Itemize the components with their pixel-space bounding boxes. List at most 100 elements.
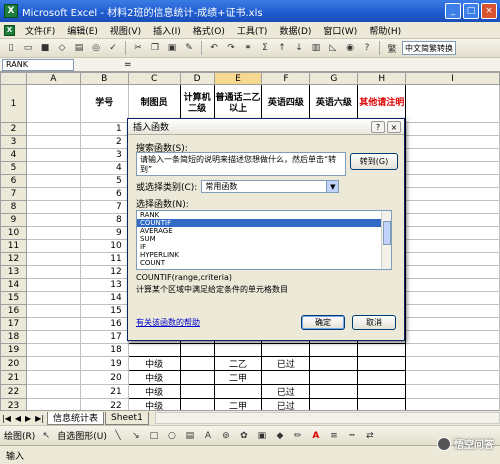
cell[interactable] [405, 356, 500, 371]
col-header-c[interactable]: C [127, 72, 181, 85]
cell[interactable] [179, 384, 215, 399]
cell[interactable]: 已过 [261, 384, 311, 399]
cell[interactable]: 英语六级 [309, 84, 359, 123]
line-style-icon[interactable]: ≡ [327, 429, 341, 443]
font-convert-select[interactable]: 中文简繁转换 [402, 41, 456, 55]
cell[interactable] [405, 239, 500, 253]
cut-icon[interactable]: ✂ [131, 41, 145, 55]
cell[interactable] [213, 343, 263, 357]
clipart-icon[interactable]: ✿ [237, 429, 251, 443]
prev-sheet-icon[interactable]: ◀ [13, 414, 23, 423]
cell[interactable] [261, 370, 311, 385]
search-function-input[interactable]: 请输入一条简短的说明来描述您想做什么，然后单击“转到” [136, 152, 346, 176]
function-help-link[interactable]: 有关该函数的帮助 [136, 317, 200, 328]
cell[interactable]: 15 [79, 304, 129, 318]
sheet-tab-info[interactable]: 信息统计表 [47, 411, 105, 425]
cell[interactable] [405, 148, 500, 162]
cell[interactable] [405, 398, 500, 410]
cell[interactable]: 22 [79, 398, 129, 410]
cell[interactable]: 制图员 [127, 84, 181, 123]
cell[interactable] [25, 330, 81, 344]
cell[interactable] [405, 122, 500, 136]
first-sheet-icon[interactable]: |◀ [0, 414, 13, 423]
cell[interactable] [25, 356, 81, 371]
cell[interactable] [25, 343, 81, 357]
cell[interactable] [309, 356, 359, 371]
dash-style-icon[interactable]: ┅ [345, 429, 359, 443]
cell[interactable] [405, 161, 500, 175]
arrow-icon[interactable]: ↘ [129, 429, 143, 443]
cell[interactable] [25, 148, 81, 162]
row-header[interactable]: 10 [0, 226, 27, 240]
cell[interactable] [405, 343, 500, 357]
row-header[interactable]: 20 [0, 356, 27, 371]
cell[interactable]: 5 [79, 174, 129, 188]
dialog-close-button[interactable]: × [387, 121, 401, 133]
row-header[interactable]: 13 [0, 265, 27, 279]
chart-icon[interactable]: ▥ [309, 41, 323, 55]
row-header[interactable]: 18 [0, 330, 27, 344]
open-icon[interactable]: ▭ [21, 41, 35, 55]
cell[interactable]: 20 [79, 370, 129, 385]
sort-asc-icon[interactable]: ↑ [275, 41, 289, 55]
cell[interactable]: 中级 [127, 370, 181, 385]
cell[interactable]: 6 [79, 187, 129, 201]
cell[interactable] [25, 174, 81, 188]
row-header[interactable]: 22 [0, 384, 27, 399]
cell[interactable] [25, 265, 81, 279]
scroll-thumb[interactable] [383, 221, 391, 245]
cell[interactable] [25, 122, 81, 136]
col-header-g[interactable]: G [309, 72, 359, 85]
row-header[interactable]: 1 [0, 84, 27, 123]
cell[interactable] [405, 174, 500, 188]
hyperlink-icon[interactable]: ⚭ [241, 41, 255, 55]
cell[interactable] [25, 161, 81, 175]
dialog-help-button[interactable]: ? [371, 121, 385, 133]
cell[interactable] [405, 384, 500, 399]
cell[interactable]: 9 [79, 226, 129, 240]
col-header-i[interactable]: I [405, 72, 500, 85]
cell[interactable]: 13 [79, 278, 129, 292]
function-list-item[interactable]: SUM [137, 235, 391, 243]
sum-icon[interactable]: Σ [258, 41, 272, 55]
cell[interactable] [261, 343, 311, 357]
cell[interactable]: 学号 [79, 84, 129, 123]
corner-cell[interactable] [0, 72, 27, 85]
row-header[interactable]: 23 [0, 398, 27, 410]
category-select[interactable]: 常用函数 ▼ [201, 180, 340, 193]
cell[interactable]: 已过 [261, 356, 311, 371]
wordart-icon[interactable]: A [201, 429, 215, 443]
font-color-icon[interactable]: A [309, 429, 323, 443]
zoom-icon[interactable]: ◉ [343, 41, 357, 55]
menu-view[interactable]: 视图(V) [104, 24, 147, 37]
menu-insert[interactable]: 插入(I) [147, 24, 187, 37]
row-header[interactable]: 21 [0, 370, 27, 385]
drawing-icon[interactable]: ◺ [326, 41, 340, 55]
function-list[interactable]: RANK COUNTIF AVERAGE SUM IF HYPERLINK COUNT [136, 210, 392, 270]
cell[interactable] [25, 398, 81, 410]
function-list-item[interactable]: COUNT [137, 259, 391, 267]
oval-icon[interactable]: ○ [165, 429, 179, 443]
cell[interactable] [405, 291, 500, 305]
cell[interactable]: 计算机二级 [179, 84, 215, 123]
close-button[interactable]: × [481, 3, 497, 19]
row-header[interactable]: 19 [0, 343, 27, 357]
row-header[interactable]: 2 [0, 122, 27, 136]
cell[interactable]: 4 [79, 161, 129, 175]
col-header-b[interactable]: B [79, 72, 129, 85]
cell[interactable]: 其他请注明 [357, 84, 407, 123]
row-header[interactable]: 9 [0, 213, 27, 227]
fill-color-icon[interactable]: ◆ [273, 429, 287, 443]
cell[interactable] [405, 278, 500, 292]
cell[interactable] [309, 370, 359, 385]
preview-icon[interactable]: ◎ [89, 41, 103, 55]
cell[interactable]: 普通话二乙以上 [213, 84, 263, 123]
cell[interactable] [25, 304, 81, 318]
cell[interactable] [357, 343, 407, 357]
col-header-f[interactable]: F [261, 72, 311, 85]
cell[interactable] [25, 84, 81, 123]
col-header-d[interactable]: D [179, 72, 215, 85]
cell[interactable] [25, 278, 81, 292]
menu-format[interactable]: 格式(O) [187, 24, 231, 37]
cell[interactable] [309, 384, 359, 399]
